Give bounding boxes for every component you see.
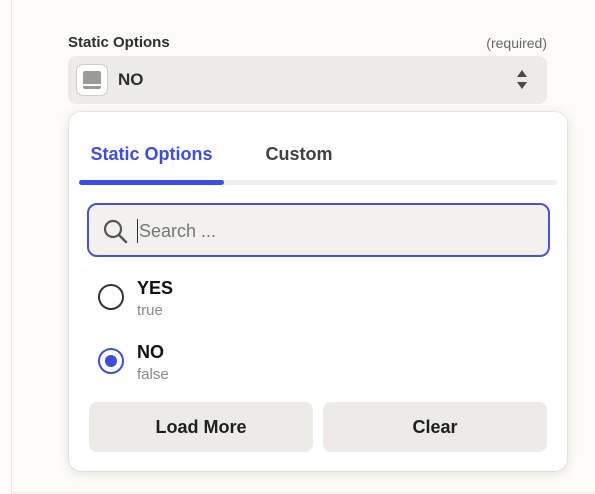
field-header: Static Options (required) xyxy=(68,33,547,53)
required-indicator: (required) xyxy=(486,35,547,51)
active-tab-indicator xyxy=(79,180,224,185)
search-box[interactable] xyxy=(87,203,550,257)
option-label: YES xyxy=(137,278,174,298)
search-icon xyxy=(103,219,128,244)
option-yes[interactable]: YES true xyxy=(85,274,545,324)
selected-value: NO xyxy=(118,70,144,89)
static-options-select[interactable]: NO xyxy=(68,56,547,104)
sort-arrows-icon xyxy=(516,70,528,90)
dropdown-tabs: Static Options Custom xyxy=(79,132,557,185)
option-value: true xyxy=(137,302,163,319)
option-label: NO xyxy=(137,342,164,362)
tab-custom[interactable]: Custom xyxy=(224,132,374,184)
options-dropdown: Static Options Custom YES true NO false … xyxy=(69,112,567,471)
option-no[interactable]: NO false xyxy=(85,338,545,388)
radio-yes[interactable] xyxy=(98,284,124,310)
field-label: Static Options xyxy=(68,34,170,51)
option-value: false xyxy=(137,366,169,383)
clear-button[interactable]: Clear xyxy=(323,402,547,452)
radio-no[interactable] xyxy=(98,348,124,374)
tab-static-options[interactable]: Static Options xyxy=(79,132,224,184)
text-caret xyxy=(137,219,138,243)
page-left-border xyxy=(11,0,12,494)
page-bottom-border xyxy=(11,492,595,493)
load-more-button[interactable]: Load More xyxy=(89,402,313,452)
search-input[interactable] xyxy=(139,218,534,244)
field-type-icon xyxy=(76,64,108,96)
